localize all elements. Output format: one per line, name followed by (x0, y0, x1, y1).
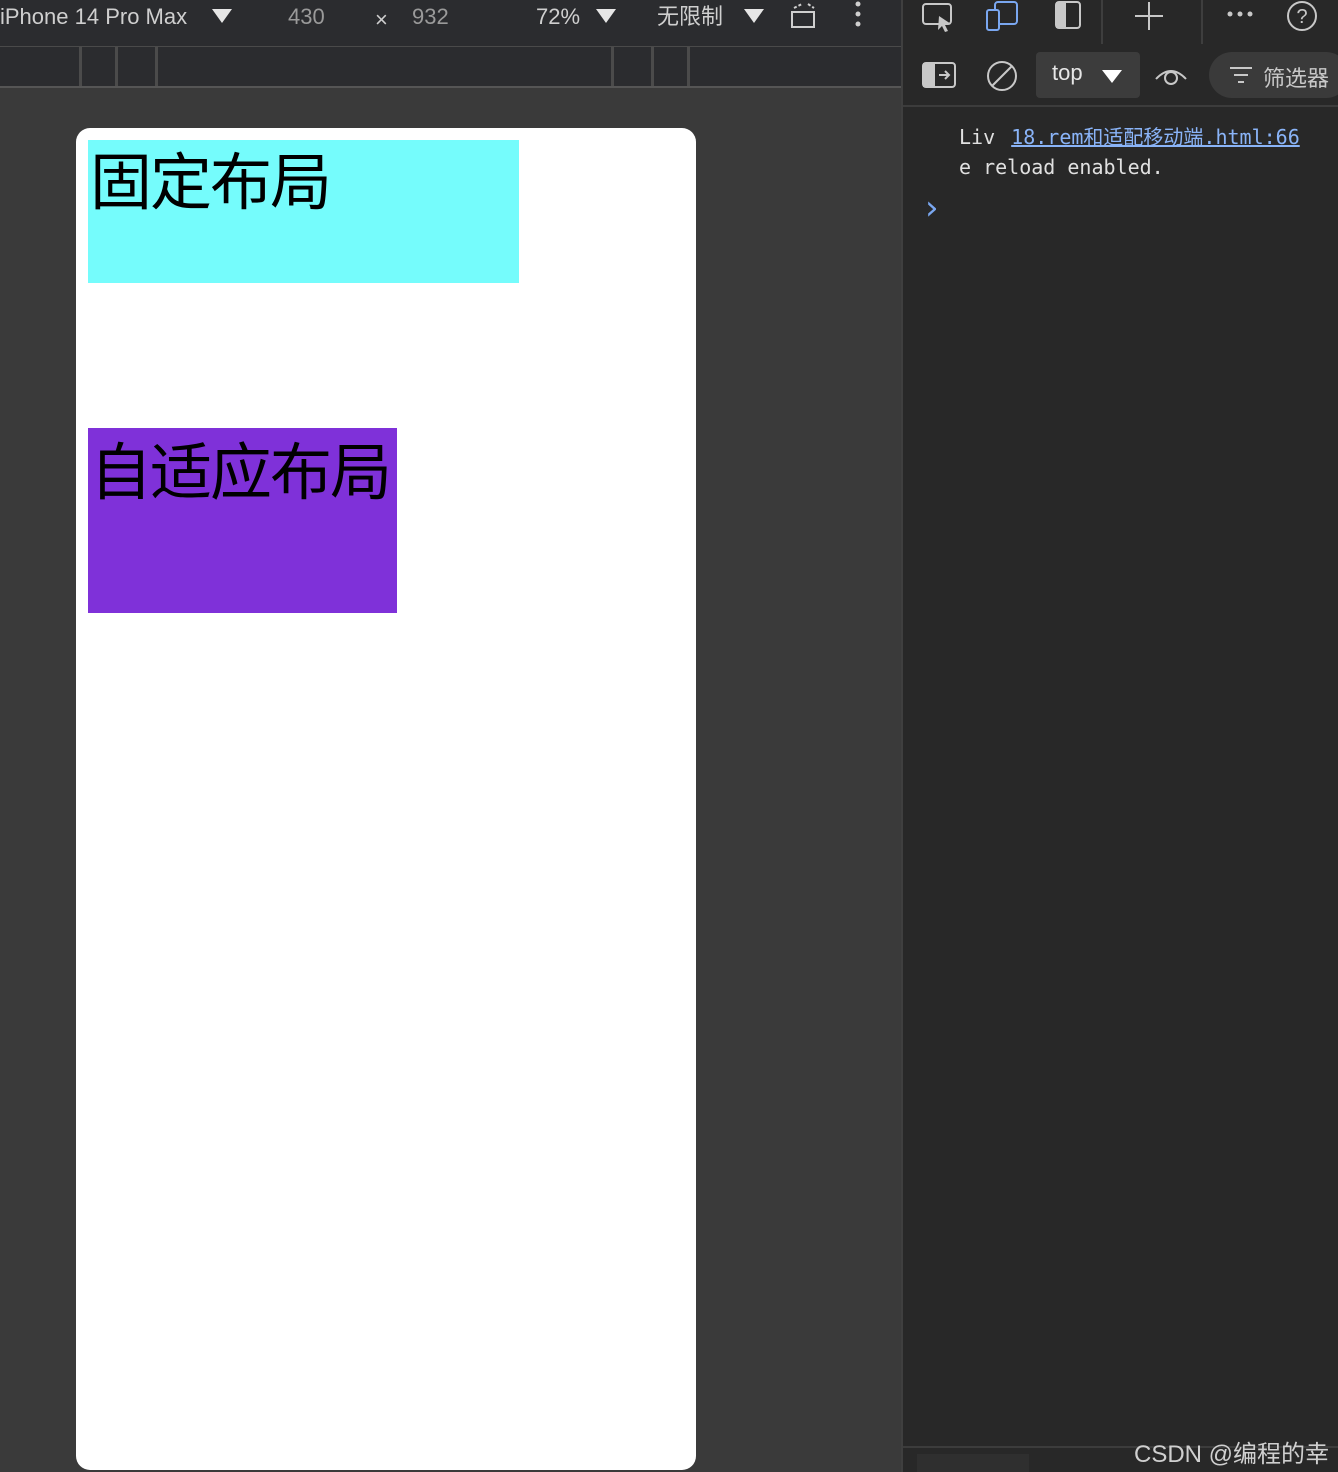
dimension-separator: × (375, 7, 388, 32)
device-toolbar: iPhone 14 Pro Max 430 × 932 72% 无限制 (0, 0, 901, 47)
throttle-dropdown-icon[interactable] (744, 9, 764, 23)
zoom-dropdown-icon[interactable] (596, 9, 616, 23)
fixed-layout-text: 固定布局 (90, 146, 332, 219)
filter-input[interactable]: 筛选器 (1209, 52, 1338, 98)
help-icon[interactable]: ? (1285, 0, 1319, 34)
device-viewport: 固定布局 自适应布局 (76, 128, 696, 1470)
devtools-panel: ? top 筛选器 Liv 18.rem和适配移动端.html:66 e rel… (901, 0, 1338, 1472)
width-input[interactable]: 430 (288, 0, 325, 34)
more-options-icon[interactable] (848, 0, 868, 30)
console-message-prefix: Liv (959, 125, 996, 149)
adaptive-layout-text: 自适应布局 (90, 436, 392, 509)
height-input[interactable]: 932 (412, 0, 449, 34)
inspect-element-icon[interactable] (921, 2, 957, 32)
console-prompt-icon[interactable]: › (925, 188, 939, 228)
context-select[interactable]: top (1036, 52, 1140, 98)
rotate-icon[interactable] (788, 2, 818, 30)
more-tools-icon[interactable] (1225, 4, 1255, 24)
device-select[interactable]: iPhone 14 Pro Max (0, 0, 187, 34)
context-label: top (1052, 60, 1083, 85)
media-query-bar[interactable] (0, 47, 901, 88)
filter-placeholder: 筛选器 (1263, 67, 1330, 92)
source-link[interactable]: 18.rem和适配移动端.html:66 (1011, 125, 1300, 149)
console-toolbar: top 筛选器 (903, 47, 1338, 107)
console-message-line2: e reload enabled. (959, 155, 1164, 179)
svg-text:?: ? (1296, 6, 1307, 28)
live-expression-eye-icon[interactable] (1153, 61, 1189, 89)
context-dropdown-icon (1102, 70, 1122, 83)
device-dropdown-icon[interactable] (212, 9, 232, 23)
clear-console-icon[interactable] (985, 59, 1019, 93)
csdn-watermark: CSDN @编程的幸 (1134, 1441, 1330, 1468)
drawer-tab[interactable] (917, 1454, 1029, 1472)
add-tab-icon[interactable] (1133, 0, 1165, 32)
console-message: Liv 18.rem和适配移动端.html:66 e reload enable… (959, 122, 1300, 182)
dock-side-icon[interactable] (1053, 0, 1083, 30)
devtools-toolbar: ? (903, 0, 1338, 46)
filter-icon (1230, 67, 1252, 83)
fixed-layout-box: 固定布局 (88, 140, 519, 283)
zoom-select[interactable]: 72% (536, 0, 580, 34)
sidebar-toggle-icon[interactable] (921, 61, 957, 89)
throttle-select[interactable]: 无限制 (657, 0, 723, 34)
device-toggle-icon[interactable] (985, 0, 1021, 32)
adaptive-layout-box: 自适应布局 (88, 428, 397, 613)
